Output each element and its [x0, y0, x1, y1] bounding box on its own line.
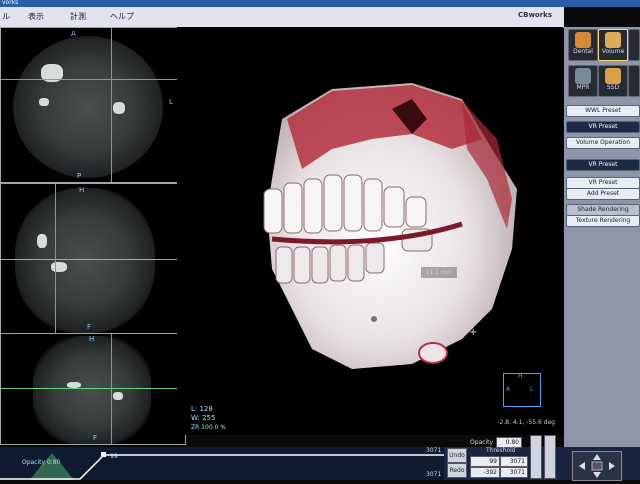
axial-viewport[interactable]: A L P	[0, 27, 178, 183]
volume-render-viewport[interactable]: + 11.1 mm L: 128 W: 255 ZR 100.0 % H A L…	[177, 27, 563, 435]
undo-button[interactable]: Undo	[447, 448, 467, 463]
level-value: L: 128	[191, 405, 213, 413]
mode-button-extra-2[interactable]	[628, 65, 640, 97]
zoom-value: ZR 100.0 %	[191, 424, 226, 431]
rotation-angle-readout: -2.8, 4.1, -55.6 deg	[497, 419, 555, 426]
volume-operation-tab[interactable]: Volume Operation	[566, 137, 640, 149]
sagittal-ct-slice	[15, 188, 155, 333]
sagittal-crosshair-vertical[interactable]	[55, 184, 56, 333]
add-preset-button[interactable]: Add Preset	[566, 188, 640, 200]
direction-arrows-icon	[579, 454, 615, 478]
skull-icon	[605, 32, 621, 48]
navigation-pad[interactable]	[572, 451, 622, 481]
coronal-bone-mark	[113, 392, 123, 400]
coronal-ct-slice	[33, 336, 151, 444]
axial-bone-mark	[113, 102, 125, 114]
curve-max-top: 3071	[426, 447, 442, 454]
width-value: W: 255	[191, 414, 216, 422]
mode-button-dental[interactable]: Dental	[568, 29, 598, 61]
tooth-icon	[575, 32, 591, 48]
menu-item-measure[interactable]: 計測	[70, 11, 86, 22]
coronal-label-top: H	[89, 335, 95, 343]
sagittal-label-bottom: F	[87, 323, 92, 331]
orient-label-top: H	[518, 373, 523, 380]
sagittal-crosshair-horizontal[interactable]	[1, 259, 185, 260]
axial-ct-slice	[13, 36, 163, 178]
mode-label-volume: Volume	[601, 48, 625, 55]
menu-item-file[interactable]: ル	[2, 11, 10, 22]
mode-button-mpr[interactable]: MPR	[568, 65, 598, 97]
brand-label: CBworks	[517, 11, 552, 19]
axial-crosshair-vertical[interactable]	[111, 28, 112, 182]
mode-button-volume[interactable]: Volume	[598, 29, 628, 61]
coronal-crosshair-horizontal[interactable]	[1, 388, 185, 389]
coronal-viewport[interactable]: H L F	[0, 333, 186, 445]
mental-foramen	[371, 316, 377, 322]
vr-preset-tab[interactable]: VR Preset	[566, 121, 640, 133]
ssd-icon	[605, 68, 621, 84]
sagittal-bone-mark	[37, 234, 47, 248]
curve-point-value: 99	[110, 453, 118, 460]
skull-3d-render	[263, 83, 517, 369]
threshold-low-input-2[interactable]: -392	[470, 467, 500, 478]
measurement-label[interactable]: 11.1 mm	[421, 267, 457, 278]
menu-item-help[interactable]: ヘルプ	[110, 11, 134, 22]
mode-label-mpr: MPR	[576, 84, 590, 91]
axial-label-right: L	[169, 98, 173, 106]
orient-label-left: A	[506, 386, 511, 393]
threshold-low-input[interactable]: 99	[470, 456, 500, 467]
axial-crosshair-horizontal[interactable]	[1, 79, 177, 80]
mode-label-dental: Dental	[573, 48, 593, 55]
threshold-title: Threshold	[486, 447, 516, 454]
coronal-crosshair-vertical[interactable]	[111, 334, 112, 444]
opacity-title: Opacity	[470, 439, 494, 446]
window-level-readout: L: 128 W: 255 ZR 100.0 %	[191, 405, 226, 432]
mode-button-extra[interactable]	[628, 29, 640, 61]
window-title: vorks	[2, 0, 19, 6]
axial-label-top: A	[71, 30, 76, 38]
threshold-scroll-stepper[interactable]	[544, 435, 556, 479]
threshold-high-input-2[interactable]: 3071	[500, 467, 528, 478]
threshold-high-input[interactable]: 3071	[500, 456, 528, 467]
cursor-crosshair-icon: +	[469, 327, 478, 338]
opacity-curve-label: Opacity 0.80	[22, 459, 61, 466]
sagittal-bone-mark	[51, 262, 67, 272]
sagittal-label-top: H	[79, 186, 85, 194]
orient-label-right: L	[530, 386, 534, 393]
opacity-curve-editor[interactable]: Opacity 0.80 99 3071 3071	[0, 447, 444, 480]
orientation-cube[interactable]: H A L	[503, 373, 541, 407]
vr-preset-header: VR Preset	[566, 159, 640, 171]
opacity-scroll-stepper[interactable]	[530, 435, 542, 479]
hyoid-fragment	[418, 342, 448, 364]
axial-label-bottom: P	[77, 172, 82, 180]
sagittal-viewport[interactable]: H P F	[0, 183, 186, 334]
wwl-preset-button[interactable]: WWL Preset	[566, 105, 640, 117]
curve-max-bottom: 3071	[426, 471, 442, 478]
menu-item-view[interactable]: 表示	[28, 11, 44, 22]
menu-bar: ル 表示 計測 ヘルプ CBworks	[0, 7, 564, 28]
bottom-control-bar: Opacity 0.80 99 3071 3071 Undo Redo Opac…	[0, 435, 640, 481]
texture-rendering-toggle[interactable]: Texture Rendering	[566, 215, 640, 227]
histogram-graph	[0, 452, 444, 480]
mpr-icon	[575, 68, 591, 84]
right-tool-panel: Dental Volume MPR SSD WWL Preset VR Pres…	[564, 27, 640, 447]
coronal-label-bottom: F	[93, 434, 98, 442]
axial-bone-mark	[39, 98, 49, 106]
mode-button-ssd[interactable]: SSD	[598, 65, 628, 97]
mode-label-ssd: SSD	[606, 84, 620, 91]
window-titlebar: vorks	[0, 0, 640, 7]
redo-button[interactable]: Redo	[447, 463, 467, 478]
